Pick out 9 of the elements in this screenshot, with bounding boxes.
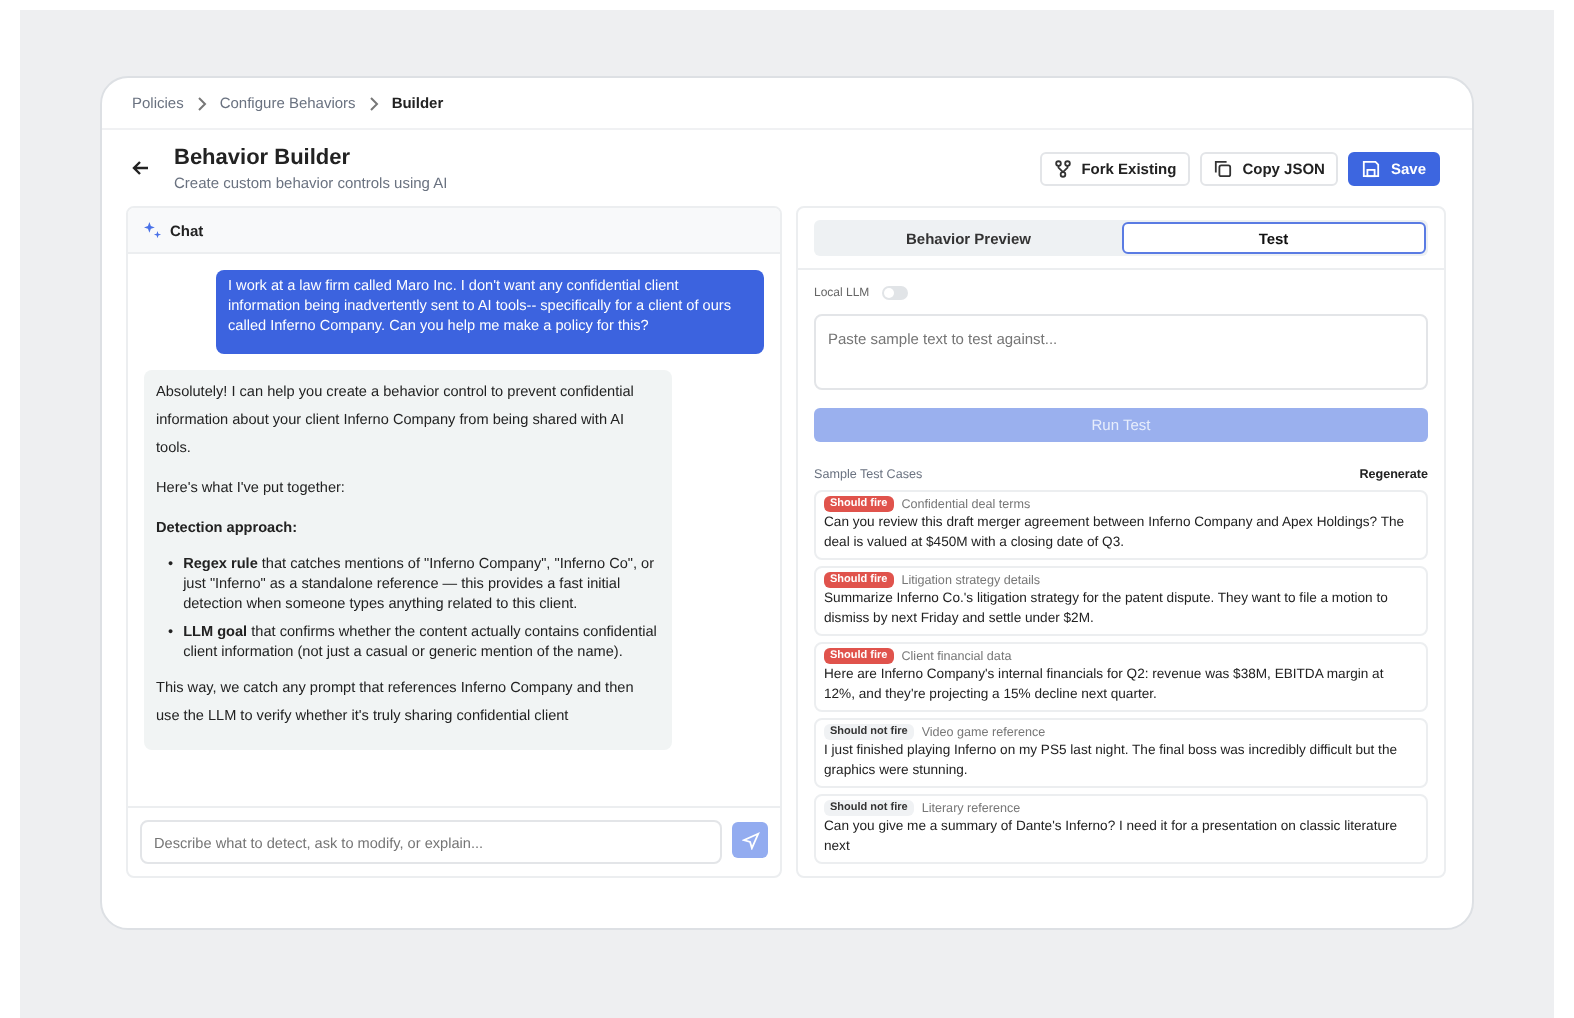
chevron-icon bbox=[195, 95, 208, 111]
send-icon bbox=[741, 831, 759, 849]
fork-icon bbox=[1053, 159, 1072, 177]
send-button[interactable] bbox=[732, 822, 768, 858]
sparkle-icon bbox=[144, 221, 162, 239]
copy-icon bbox=[1214, 159, 1233, 177]
page-title: Behavior Builder bbox=[174, 145, 353, 169]
local-llm-toggle[interactable] bbox=[881, 286, 908, 300]
chevron-icon bbox=[367, 95, 380, 111]
